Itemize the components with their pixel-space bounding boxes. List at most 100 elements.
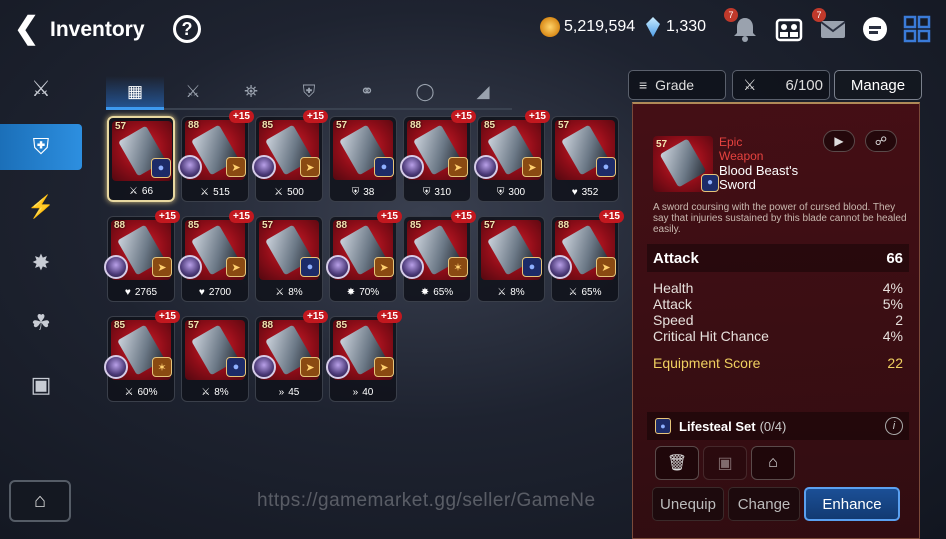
lifesteal-set-icon: ● — [655, 418, 671, 434]
lock-icon[interactable]: ☍ — [865, 130, 897, 152]
chat-icon[interactable] — [860, 14, 890, 44]
menu-grid-icon[interactable] — [902, 14, 932, 44]
item-main-stat: ⚔ 8% — [478, 287, 544, 298]
equipment-score-value: 22 — [887, 355, 903, 371]
substat-label: Attack — [653, 296, 692, 312]
item-stat-value: 65% — [581, 287, 602, 298]
bag-icon: ☘ — [31, 310, 51, 335]
item-stat-value: 60% — [137, 387, 158, 398]
item-main-stat: ⚔ 66 — [109, 186, 173, 197]
inventory-item[interactable]: 85 +15 ➤ ⛨ 300 — [474, 110, 550, 202]
tab-ring[interactable]: ◯ — [396, 76, 454, 110]
sidebar-item-unequipped[interactable]: ⛨ — [0, 124, 82, 170]
trash-icon: 🗑 — [666, 455, 688, 472]
equipment-type-tabs: ▦ ⚔ ⛯ ⛨ ⚭ ◯ ◢ — [106, 76, 618, 110]
item-level: 85 — [336, 320, 348, 331]
broken-shield-icon: ⛨ — [32, 134, 50, 159]
lifesteal-set-icon: ● — [300, 257, 320, 277]
hit-set-icon: ✶ — [152, 357, 172, 377]
lifesteal-set-icon: ● — [596, 157, 616, 177]
enhance-level-badge: +15 — [377, 210, 402, 223]
tab-boots[interactable]: ◢ — [454, 76, 512, 110]
inventory-item[interactable]: 57 ● ♥ 352 — [551, 116, 619, 202]
item-stat-value: 310 — [434, 187, 452, 198]
store-button[interactable]: ⌂ — [751, 446, 795, 480]
item-main-stat: ⛨ 310 — [404, 187, 470, 198]
manage-button[interactable]: Manage — [834, 70, 922, 100]
sidebar-item-materials[interactable]: ☘ — [0, 300, 82, 346]
sort-icon: ≡ — [639, 77, 648, 93]
inventory-item[interactable]: 57 ● ⚔ 66 — [107, 116, 175, 202]
lifesteal-set-icon: ● — [151, 158, 171, 178]
hero-avatar — [400, 155, 424, 179]
set-info-row[interactable]: ● Lifesteal Set (0/4) i — [647, 412, 909, 440]
inventory-item[interactable]: 57 ● ⚔ 8% — [181, 316, 249, 402]
speed-set-icon: ➤ — [300, 157, 320, 177]
mail-icon[interactable]: 7 — [812, 8, 848, 44]
inventory-count-value: 6/100 — [785, 76, 823, 94]
sidebar-item-catalysts[interactable]: ✸ — [0, 240, 82, 286]
speed-icon: » — [352, 387, 359, 398]
sidebar-item-chests[interactable]: ▣ — [0, 362, 82, 408]
inventory-item[interactable]: 88 +15 ➤ ⚔ 65% — [548, 210, 624, 302]
enhance-level-badge: +15 — [451, 210, 476, 223]
inventory-slot-icon: ⚔ — [743, 77, 757, 94]
item-stat-value: 70% — [359, 287, 380, 298]
sidebar-item-artifacts[interactable]: ⚡ — [0, 184, 82, 230]
tab-necklace[interactable]: ⚭ — [338, 76, 396, 110]
share-icon[interactable]: ▶ — [823, 130, 855, 152]
notification-bell-icon[interactable]: 7 — [724, 8, 760, 44]
hero-avatar — [178, 255, 202, 279]
item-main-stat: ♥ 2700 — [182, 287, 248, 298]
inventory-item[interactable]: 57 ● ⚔ 8% — [255, 216, 323, 302]
item-stat-value: 40 — [362, 387, 374, 398]
inventory-item[interactable]: 85 +15 ➤ » 40 — [326, 310, 402, 402]
storage-button[interactable]: ⌂ — [9, 480, 71, 522]
back-arrow-icon[interactable]: ❮ — [14, 14, 40, 44]
substat-value: 4% — [882, 280, 903, 296]
change-button[interactable]: Change — [728, 487, 800, 521]
substat-label: Critical Hit Chance — [653, 328, 769, 344]
crystal-amount: 1,330 — [666, 18, 707, 35]
inventory-item[interactable]: 88 +15 ➤ ⚔ 515 — [178, 110, 254, 202]
tab-armor[interactable]: ⛨ — [280, 76, 338, 110]
extract-button[interactable]: ▣ — [703, 446, 747, 480]
inventory-item[interactable]: 85 +15 ✶ ⚔ 60% — [104, 310, 180, 402]
page-title: Inventory — [50, 18, 145, 41]
item-level: 85 — [484, 120, 496, 131]
item-grade-type: Weapon — [719, 149, 764, 163]
friends-icon[interactable] — [774, 14, 804, 44]
item-level: 85 — [188, 220, 200, 231]
inventory-item[interactable]: 57 ● ⛨ 38 — [329, 116, 397, 202]
inventory-item[interactable]: 88 +15 ➤ » 45 — [252, 310, 328, 402]
main-stat-row: Attack 66 — [647, 244, 909, 272]
enhance-level-badge: +15 — [303, 310, 328, 323]
tab-all[interactable]: ▦ — [106, 76, 164, 110]
discard-button[interactable]: 🗑 — [655, 446, 699, 480]
inventory-item[interactable]: 85 +15 ➤ ♥ 2700 — [178, 210, 254, 302]
inventory-item[interactable]: 85 +15 ✶ ✸ 65% — [400, 210, 476, 302]
inventory-item[interactable]: 88 +15 ➤ ♥ 2765 — [104, 210, 180, 302]
help-icon[interactable]: ? — [173, 15, 201, 43]
tab-helmet[interactable]: ⛯ — [222, 76, 280, 110]
grade-sort-button[interactable]: ≡ Grade — [628, 70, 726, 100]
substat-value: 4% — [882, 328, 903, 344]
item-main-stat: ⚔ 60% — [108, 387, 174, 398]
inventory-item[interactable]: 85 +15 ➤ ⚔ 500 — [252, 110, 328, 202]
tab-weapon[interactable]: ⚔ — [164, 76, 222, 110]
inventory-item[interactable]: 88 +15 ➤ ✸ 70% — [326, 210, 402, 302]
inventory-item[interactable]: 88 +15 ➤ ⛨ 310 — [400, 110, 476, 202]
info-icon[interactable]: i — [885, 417, 903, 435]
sidebar-item-equipment[interactable]: ⚔ — [0, 66, 82, 112]
speed-set-icon: ➤ — [300, 357, 320, 377]
item-level: 88 — [410, 120, 422, 131]
enhance-level-badge: +15 — [303, 110, 328, 123]
hero-avatar — [178, 155, 202, 179]
enhance-button[interactable]: Enhance — [804, 487, 900, 521]
item-stat-value: 45 — [288, 387, 300, 398]
unequip-button[interactable]: Unequip — [652, 487, 724, 521]
boots-icon: ◢ — [476, 82, 490, 101]
defense-icon: ⛨ — [422, 187, 431, 198]
inventory-item[interactable]: 57 ● ⚔ 8% — [477, 216, 545, 302]
notification-badge: 7 — [724, 8, 738, 22]
